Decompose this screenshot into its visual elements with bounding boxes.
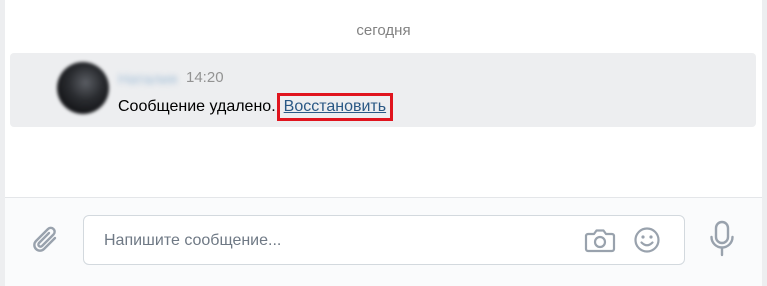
deleted-message: Наталия 14:20 Сообщение удалено. Восстано… xyxy=(10,53,756,127)
microphone-icon[interactable] xyxy=(709,220,735,258)
restore-link[interactable]: Восстановить xyxy=(276,93,394,121)
avatar[interactable] xyxy=(57,62,109,114)
camera-icon[interactable] xyxy=(584,226,616,254)
date-separator: сегодня xyxy=(356,22,411,39)
chat-window: сегодня Наталия 14:20 Сообщение удалено.… xyxy=(5,0,762,286)
message-input[interactable] xyxy=(102,227,576,255)
paperclip-icon[interactable] xyxy=(31,224,61,258)
message-body: Сообщение удалено. Восстановить xyxy=(118,93,394,121)
smile-icon[interactable] xyxy=(633,226,661,254)
deleted-notice: Сообщение удалено. xyxy=(118,98,276,115)
message-time[interactable]: 14:20 xyxy=(186,69,224,86)
message-author[interactable]: Наталия xyxy=(118,71,177,88)
message-input-box[interactable] xyxy=(83,215,685,265)
message-composer xyxy=(5,198,762,286)
